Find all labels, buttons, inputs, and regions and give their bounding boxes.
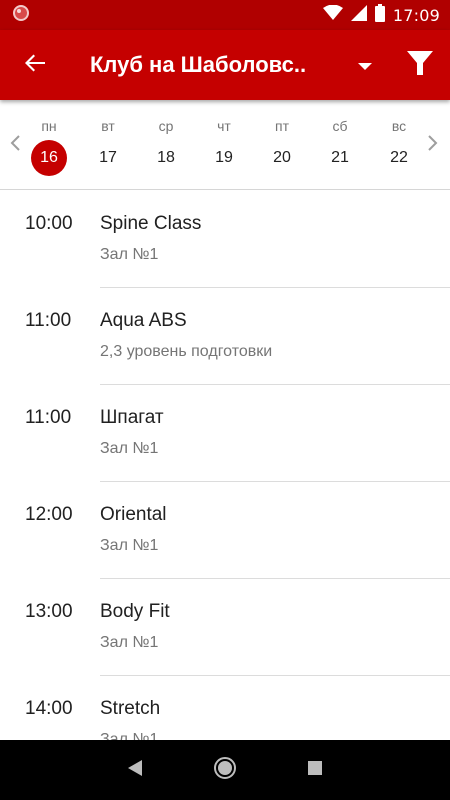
schedule-item[interactable]: 12:00 Oriental Зал №1 (0, 482, 450, 579)
system-nav-bar (0, 740, 450, 800)
week-selector: пн 16 вт 17 ср 18 чт 19 пт 20 сб 21 вс 2… (0, 100, 450, 190)
schedule-item[interactable]: 13:00 Body Fit Зал №1 (0, 579, 450, 676)
club-dropdown-button[interactable] (340, 30, 390, 100)
class-time: 13:00 (25, 601, 73, 622)
arrow-back-icon (24, 52, 46, 78)
class-location: Зал №1 (100, 440, 159, 457)
previous-week-button[interactable] (6, 134, 24, 156)
app-bar: Клуб на Шаболовс.. (0, 30, 450, 100)
schedule-item[interactable]: 11:00 Шпагат Зал №1 (0, 385, 450, 482)
day-monday[interactable]: пн 16 (24, 100, 74, 190)
class-time: 10:00 (25, 213, 73, 234)
nav-back-button[interactable] (115, 750, 155, 790)
class-name: Oriental (100, 504, 167, 525)
battery-icon (374, 4, 385, 26)
class-name: Aqua ABS (100, 310, 187, 331)
class-location: Зал №1 (100, 246, 159, 263)
day-friday[interactable]: пт 20 (257, 100, 307, 190)
status-time: 17:09 (392, 5, 440, 25)
day-tuesday[interactable]: вт 17 (83, 100, 133, 190)
home-circle-icon (213, 756, 237, 784)
day-name: вс (391, 118, 407, 134)
day-name: пн (41, 118, 57, 134)
day-number: 17 (99, 149, 117, 166)
day-number: 19 (215, 149, 233, 166)
chevron-right-icon (428, 135, 438, 155)
app-notification-icon (12, 4, 30, 26)
chevron-left-icon (10, 135, 20, 155)
club-title[interactable]: Клуб на Шаболовс.. (70, 52, 340, 78)
back-button[interactable] (0, 30, 70, 100)
class-location: 2,3 уровень подготовки (100, 343, 273, 360)
day-name: сб (332, 118, 348, 134)
day-number: 22 (390, 149, 408, 166)
day-number: 18 (157, 149, 175, 166)
cellular-signal-icon (350, 5, 367, 25)
recents-square-icon (307, 760, 323, 780)
day-number: 20 (273, 149, 291, 166)
day-number: 16 (31, 140, 67, 176)
day-name: ср (158, 118, 174, 134)
next-week-button[interactable] (424, 134, 442, 156)
class-location: Зал №1 (100, 634, 159, 651)
status-bar: 17:09 (0, 0, 450, 30)
schedule-item[interactable]: 11:00 Aqua ABS 2,3 уровень подготовки (0, 288, 450, 385)
class-name: Body Fit (100, 601, 170, 622)
day-thursday[interactable]: чт 19 (199, 100, 249, 190)
schedule-item[interactable]: 14:00 Stretch Зал №1 (0, 676, 450, 740)
class-name: Stretch (100, 698, 161, 719)
day-saturday[interactable]: сб 21 (315, 100, 365, 190)
day-sunday[interactable]: вс 22 (374, 100, 424, 190)
day-wednesday[interactable]: ср 18 (141, 100, 191, 190)
nav-recents-button[interactable] (295, 750, 335, 790)
nav-home-button[interactable] (205, 750, 245, 790)
class-time: 11:00 (25, 407, 72, 428)
class-location: Зал №1 (100, 731, 159, 740)
class-time: 12:00 (25, 504, 73, 525)
class-name: Spine Class (100, 213, 202, 234)
filter-button[interactable] (390, 30, 450, 100)
back-triangle-icon (127, 759, 143, 781)
class-time: 11:00 (25, 310, 72, 331)
class-location: Зал №1 (100, 537, 159, 554)
class-time: 14:00 (25, 698, 73, 719)
filter-icon (407, 50, 433, 80)
schedule-list: 10:00 Spine Class Зал №1 11:00 Aqua ABS … (0, 191, 450, 740)
day-name: вт (101, 118, 115, 134)
day-number: 21 (331, 149, 349, 166)
day-name: чт (217, 118, 231, 134)
dropdown-arrow-icon (358, 56, 372, 75)
day-name: пт (275, 118, 289, 134)
class-name: Шпагат (100, 407, 164, 428)
wifi-icon (322, 4, 343, 25)
schedule-item[interactable]: 10:00 Spine Class Зал №1 (0, 191, 450, 288)
